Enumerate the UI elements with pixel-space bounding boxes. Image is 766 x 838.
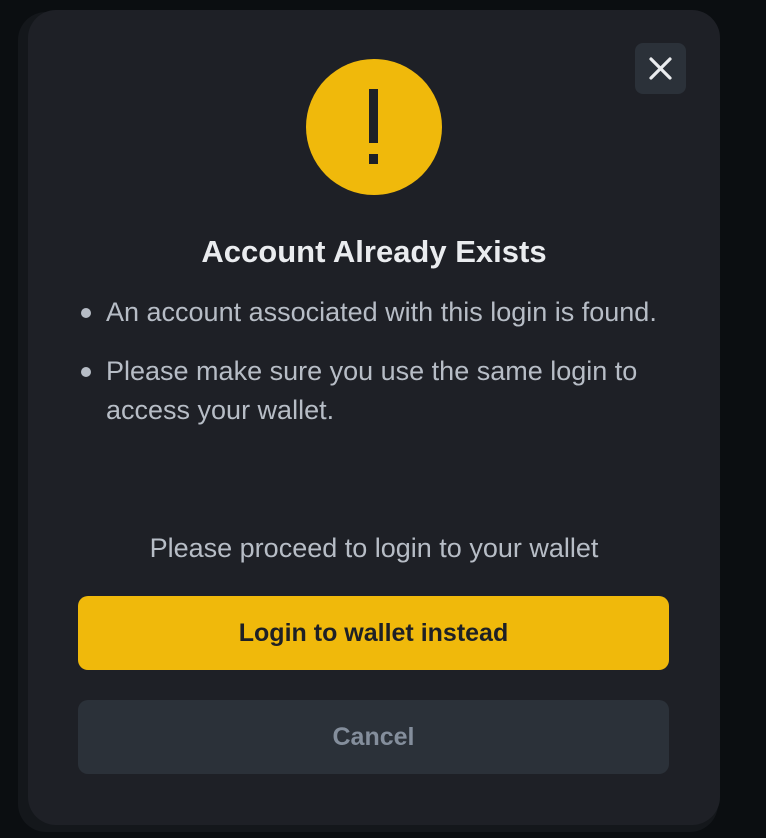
cancel-button[interactable]: Cancel	[78, 700, 669, 774]
list-item: Please make sure you use the same login …	[78, 352, 658, 430]
list-item: An account associated with this login is…	[78, 293, 658, 332]
proceed-message: Please proceed to login to your wallet	[149, 533, 599, 563]
bullet-dot-icon	[81, 308, 91, 318]
exclamation-icon	[369, 89, 378, 164]
info-list: An account associated with this login is…	[78, 293, 658, 450]
warning-icon	[306, 59, 442, 195]
list-item-text: An account associated with this login is…	[106, 297, 657, 327]
account-exists-dialog: Account Already Exists An account associ…	[28, 10, 720, 825]
dialog-title: Account Already Exists	[201, 234, 547, 269]
login-to-wallet-button[interactable]: Login to wallet instead	[78, 596, 669, 670]
close-icon	[649, 57, 672, 80]
close-button[interactable]	[635, 43, 686, 94]
bullet-dot-icon	[81, 367, 91, 377]
list-item-text: Please make sure you use the same login …	[106, 356, 638, 425]
